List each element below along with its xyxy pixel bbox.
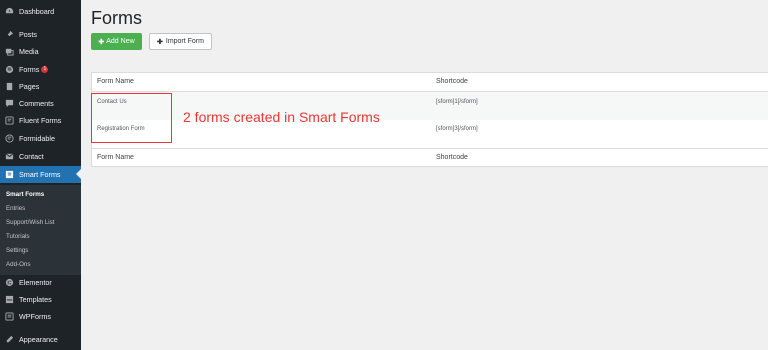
formidable-icon [5, 134, 14, 143]
column-header-form-name[interactable]: Form Name [97, 78, 134, 85]
smart-forms-icon [5, 170, 14, 179]
menu-label: Elementor [19, 278, 52, 287]
submenu-item-support[interactable]: Support/Wish List [6, 219, 55, 226]
elementor-icon [5, 278, 14, 287]
menu-item-posts[interactable]: Posts [0, 26, 81, 43]
pin-icon [5, 30, 14, 39]
menu-label: Comments [19, 99, 54, 108]
menu-item-media[interactable]: Media [0, 43, 81, 60]
menu-label: Formidable [19, 134, 55, 143]
shortcode-cell: [sform]3[/sform] [436, 126, 478, 132]
menu-item-forms[interactable]: Forms 1 [0, 61, 81, 78]
menu-item-templates[interactable]: Templates [0, 291, 81, 308]
menu-item-formidable[interactable]: Formidable [0, 130, 81, 147]
active-indicator [76, 169, 81, 179]
menu-label: WPForms [19, 312, 51, 321]
plus-icon: ✚ [157, 38, 163, 46]
page-title: Forms [91, 8, 142, 28]
menu-label: Contact [19, 152, 44, 161]
menu-label: Dashboard [19, 7, 55, 16]
submenu-item-tutorials[interactable]: Tutorials [6, 233, 30, 240]
import-form-button[interactable]: ✚ Import Form [149, 33, 212, 50]
menu-item-wpforms[interactable]: WPForms [0, 308, 81, 325]
menu-item-contact[interactable]: Contact [0, 148, 81, 165]
menu-label: Forms [19, 65, 40, 74]
appearance-icon [5, 335, 14, 344]
annotation-text: 2 forms created in Smart Forms [183, 109, 380, 125]
dashboard-icon [5, 7, 14, 16]
footer-divider [92, 148, 768, 149]
menu-label: Media [19, 47, 39, 56]
menu-label: Pages [19, 82, 40, 91]
mail-icon [5, 152, 14, 161]
submenu-item-settings[interactable]: Settings [6, 247, 28, 254]
media-icon [5, 47, 14, 56]
submenu-item-entries[interactable]: Entries [6, 205, 25, 212]
pages-icon [5, 82, 14, 91]
menu-item-smart-forms[interactable]: Smart Forms [0, 166, 81, 183]
menu-item-comments[interactable]: Comments [0, 95, 81, 112]
plus-icon: ✚ [98, 38, 105, 46]
highlight-box [91, 93, 172, 143]
add-new-label: Add New [106, 38, 135, 45]
notification-badge: 1 [41, 66, 49, 73]
menu-label: Templates [19, 295, 52, 304]
menu-label: Smart Forms [19, 170, 61, 179]
menu-label: Appearance [19, 335, 58, 344]
menu-label: Posts [19, 30, 37, 39]
import-form-label: Import Form [165, 38, 204, 45]
menu-label: Fluent Forms [19, 116, 62, 125]
menu-item-fluent-forms[interactable]: Fluent Forms [0, 112, 81, 129]
menu-item-appearance[interactable]: Appearance [0, 331, 81, 348]
column-header-shortcode: Shortcode [436, 78, 468, 85]
forms-icon [5, 65, 14, 74]
column-footer-form-name[interactable]: Form Name [97, 154, 134, 161]
menu-item-elementor[interactable]: Elementor [0, 274, 81, 291]
menu-item-dashboard[interactable]: Dashboard [0, 3, 81, 20]
shortcode-cell: [sform]1[/sform] [436, 99, 478, 105]
admin-sidebar: Dashboard Posts Media Forms 1 Pages Comm… [0, 0, 81, 350]
smart-forms-submenu: Smart Forms Entries Support/Wish List Tu… [0, 185, 81, 275]
submenu-item-add-ons[interactable]: Add-Ons [6, 261, 30, 268]
submenu-item-smart-forms[interactable]: Smart Forms [6, 191, 44, 198]
column-footer-shortcode: Shortcode [436, 154, 468, 161]
templates-icon [5, 295, 14, 304]
comment-icon [5, 99, 14, 108]
wpforms-icon [5, 312, 14, 321]
add-new-button[interactable]: ✚ Add New [91, 33, 142, 50]
menu-item-pages[interactable]: Pages [0, 78, 81, 95]
fluent-forms-icon [5, 116, 14, 125]
